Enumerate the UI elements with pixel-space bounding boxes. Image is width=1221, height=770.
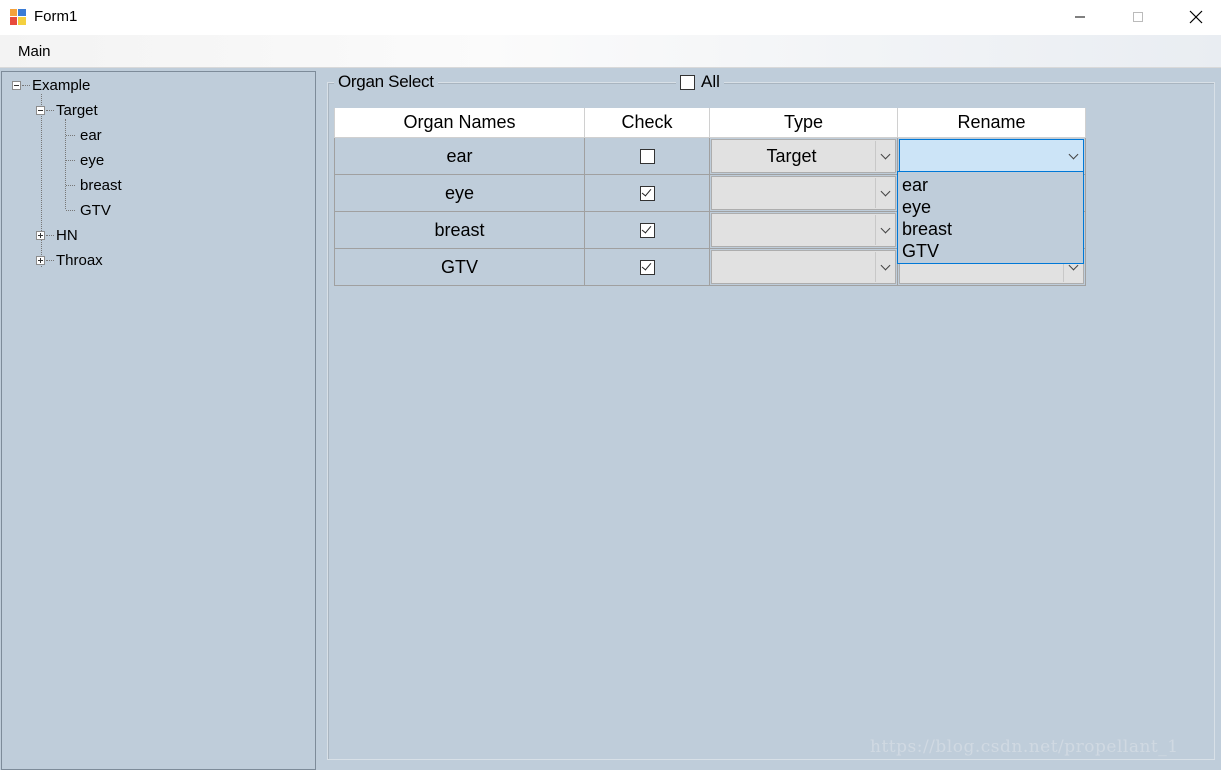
chevron-down-icon xyxy=(880,186,890,197)
tree-line xyxy=(22,85,30,86)
dropdown-arrow[interactable] xyxy=(875,215,894,245)
tree-node-eye[interactable]: eye xyxy=(80,152,104,169)
all-checkbox-label: All xyxy=(701,72,720,91)
dropdown-option-gtv[interactable]: GTV xyxy=(902,241,939,262)
type-combo[interactable] xyxy=(711,250,896,284)
dropdown-arrow[interactable] xyxy=(875,141,894,171)
column-header-type[interactable]: Type xyxy=(710,108,898,138)
organ-name-cell[interactable]: breast xyxy=(334,212,585,249)
table-row: ear Target xyxy=(334,138,1086,175)
check-cell[interactable] xyxy=(585,138,710,175)
tree-line xyxy=(66,210,75,211)
row-checkbox[interactable] xyxy=(639,148,655,164)
all-checkbox-wrap[interactable]: All xyxy=(676,72,724,92)
minimize-button[interactable] xyxy=(1057,0,1103,34)
window-title: Form1 xyxy=(34,8,78,25)
close-icon xyxy=(1189,10,1203,24)
tree-node-hn[interactable]: HN xyxy=(56,227,78,244)
tree-line xyxy=(66,135,75,136)
app-icon xyxy=(10,9,26,25)
dropdown-option-eye[interactable]: eye xyxy=(902,197,931,218)
tree-line xyxy=(46,110,54,111)
tree-line xyxy=(41,94,42,267)
expand-icon[interactable] xyxy=(36,231,45,240)
dropdown-arrow[interactable] xyxy=(875,178,894,208)
row-checkbox[interactable] xyxy=(639,259,655,275)
organ-name-cell[interactable]: eye xyxy=(334,175,585,212)
organ-name-cell[interactable]: ear xyxy=(334,138,585,175)
type-combo[interactable] xyxy=(711,176,896,210)
check-cell[interactable] xyxy=(585,249,710,286)
minimize-icon xyxy=(1075,16,1085,18)
check-cell[interactable] xyxy=(585,212,710,249)
tree-node-gtv[interactable]: GTV xyxy=(80,202,111,219)
type-cell[interactable] xyxy=(710,175,898,212)
column-header-check[interactable]: Check xyxy=(585,108,710,138)
rename-combo[interactable] xyxy=(899,139,1084,173)
group-title: Organ Select xyxy=(334,72,438,92)
tree-node-example[interactable]: Example xyxy=(32,77,90,94)
tree-line xyxy=(46,235,54,236)
chevron-down-icon xyxy=(880,260,890,271)
chevron-down-icon xyxy=(880,223,890,234)
all-checkbox[interactable] xyxy=(680,74,695,90)
close-button[interactable] xyxy=(1173,0,1219,34)
maximize-icon xyxy=(1133,12,1143,22)
title-bar: Form1 xyxy=(0,0,1221,35)
tree-line xyxy=(65,119,66,209)
row-checkbox[interactable] xyxy=(639,222,655,238)
check-cell[interactable] xyxy=(585,175,710,212)
dropdown-option-breast[interactable]: breast xyxy=(902,219,952,240)
type-combo[interactable] xyxy=(711,213,896,247)
tree-view[interactable]: Example Target ear eye breast GTV HN Thr… xyxy=(1,71,316,770)
collapse-icon[interactable] xyxy=(12,81,21,90)
dropdown-option-ear[interactable]: ear xyxy=(902,175,928,196)
chevron-down-icon xyxy=(880,149,890,160)
tree-line xyxy=(66,185,75,186)
rename-cell[interactable] xyxy=(898,138,1086,175)
tree-node-ear[interactable]: ear xyxy=(80,127,102,144)
menu-bar: Main xyxy=(0,35,1221,68)
tree-node-target[interactable]: Target xyxy=(56,102,98,119)
tree-node-throax[interactable]: Throax xyxy=(56,252,103,269)
dropdown-arrow[interactable] xyxy=(875,252,894,282)
row-checkbox[interactable] xyxy=(639,185,655,201)
chevron-down-icon xyxy=(1068,149,1078,160)
type-cell[interactable] xyxy=(710,212,898,249)
type-combo-value: Target xyxy=(766,145,817,166)
grid-header-row: Organ Names Check Type Rename xyxy=(334,108,1086,138)
dropdown-arrow[interactable] xyxy=(1064,141,1082,171)
type-cell[interactable]: Target xyxy=(710,138,898,175)
menu-item-main[interactable]: Main xyxy=(18,43,51,60)
column-header-organ-names[interactable]: Organ Names xyxy=(334,108,585,138)
rename-dropdown-list[interactable]: ear eye breast GTV xyxy=(897,171,1084,264)
type-cell[interactable] xyxy=(710,249,898,286)
maximize-button[interactable] xyxy=(1115,0,1161,34)
column-header-rename[interactable]: Rename xyxy=(898,108,1086,138)
tree-line xyxy=(66,160,75,161)
tree-line xyxy=(46,260,54,261)
collapse-icon[interactable] xyxy=(36,106,45,115)
type-combo[interactable]: Target xyxy=(711,139,896,173)
expand-icon[interactable] xyxy=(36,256,45,265)
organ-name-cell[interactable]: GTV xyxy=(334,249,585,286)
tree-node-breast[interactable]: breast xyxy=(80,177,122,194)
watermark: https://blog.csdn.net/propellant_1 xyxy=(870,737,1179,757)
